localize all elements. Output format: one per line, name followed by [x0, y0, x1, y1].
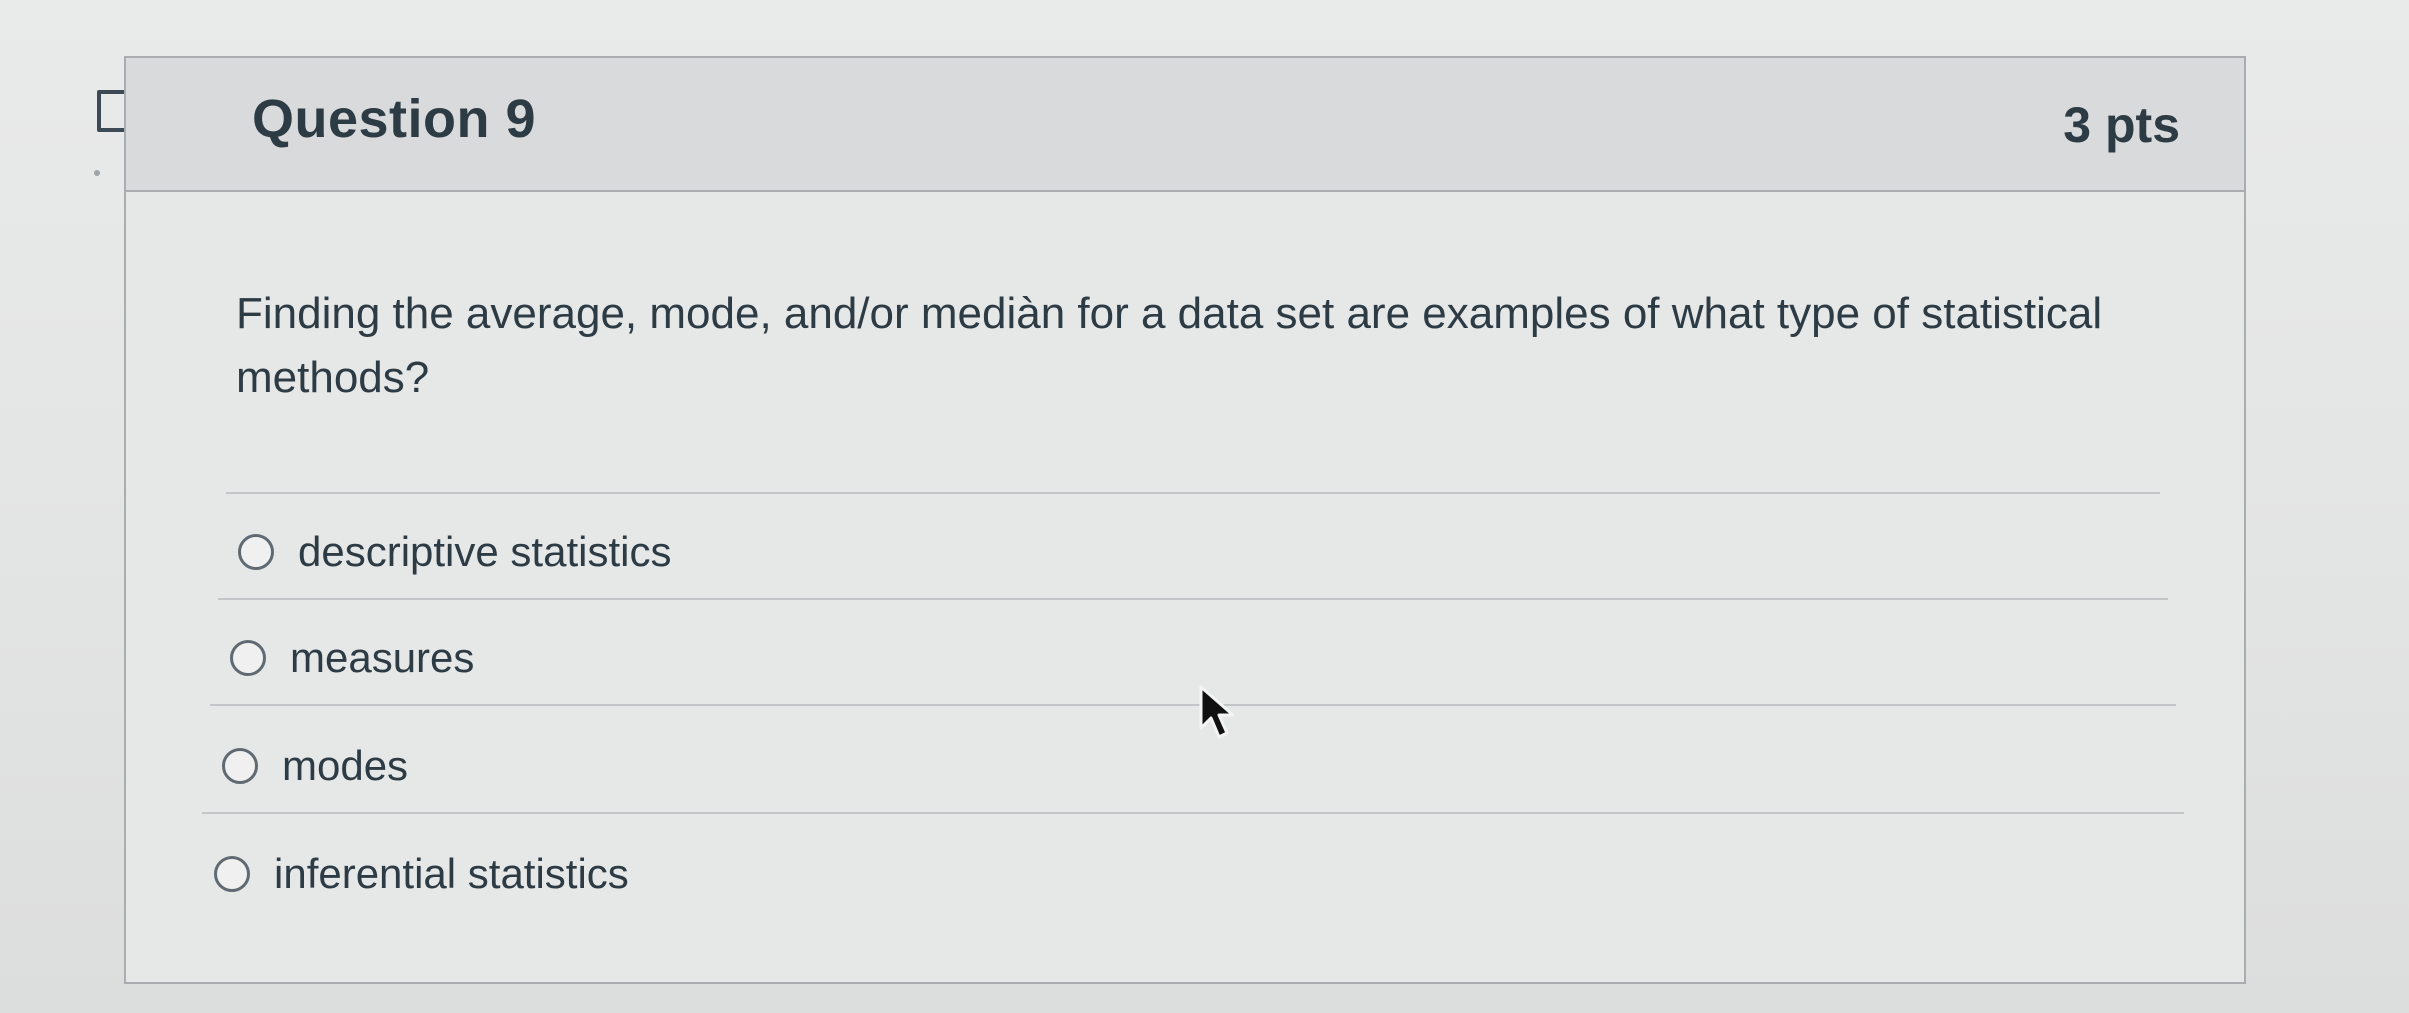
radio-button[interactable] — [222, 748, 258, 784]
answer-option[interactable]: measures — [230, 628, 474, 688]
answer-option[interactable]: modes — [222, 736, 408, 796]
answer-divider — [226, 492, 2160, 494]
mouse-cursor-icon — [1199, 685, 1235, 739]
radio-button[interactable] — [230, 640, 266, 676]
answer-option[interactable]: descriptive statistics — [238, 522, 671, 582]
answer-label: inferential statistics — [274, 850, 629, 897]
answer-option[interactable]: inferential statistics — [214, 844, 629, 904]
answer-label: measures — [290, 634, 475, 681]
answer-divider — [210, 704, 2176, 706]
answer-label: modes — [282, 742, 409, 789]
question-card: Question 9 3 pts Finding the average, mo… — [124, 56, 2246, 984]
bullet-dot — [94, 170, 100, 176]
answer-divider — [218, 598, 2168, 600]
radio-button[interactable] — [238, 534, 274, 570]
answer-label: descriptive statistics — [298, 528, 672, 575]
radio-button[interactable] — [214, 856, 250, 892]
answer-list: descriptive statistics measures modes in… — [126, 58, 2244, 982]
answer-divider — [202, 812, 2184, 814]
